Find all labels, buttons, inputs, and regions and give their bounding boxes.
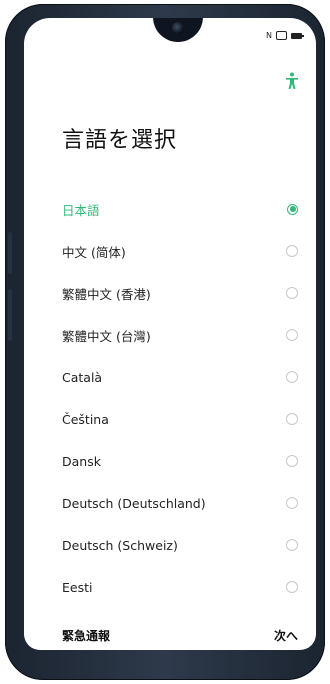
accessibility-icon[interactable]: [284, 72, 300, 90]
language-label: 繁體中文 (台灣): [62, 328, 151, 344]
language-list: 日本語中文 (简体) 繁體中文 (香港) 繁體中文 (台灣) Català Češtin…: [24, 188, 316, 608]
screen: N 言語を選択 日本語中文 (简体) 繁體中文 (香港) 繁體中文 (台灣) Cata…: [24, 18, 316, 650]
language-label: Eesti: [62, 579, 93, 595]
radio-empty-icon[interactable]: [286, 539, 298, 551]
language-option[interactable]: 日本語: [24, 188, 316, 230]
language-option[interactable]: Dansk: [24, 440, 316, 482]
radio-empty-icon[interactable]: [286, 245, 298, 257]
language-option[interactable]: Eesti: [24, 566, 316, 608]
footer-bar: 緊急通報 次へ: [24, 620, 316, 650]
language-label: 日本語: [62, 202, 100, 218]
volume-button: [8, 232, 12, 274]
language-label: Deutsch (Deutschland): [62, 495, 206, 511]
radio-empty-icon[interactable]: [286, 455, 298, 467]
radio-empty-icon[interactable]: [286, 287, 298, 299]
language-label: 繁體中文 (香港): [62, 286, 151, 302]
radio-empty-icon[interactable]: [286, 497, 298, 509]
power-button: [8, 289, 12, 341]
phone-frame: N 言語を選択 日本語中文 (简体) 繁體中文 (香港) 繁體中文 (台灣) Cata…: [5, 4, 325, 680]
emergency-call-button[interactable]: 緊急通報: [62, 627, 110, 644]
language-label: Deutsch (Schweiz): [62, 537, 178, 553]
language-option[interactable]: Čeština: [24, 398, 316, 440]
page-title: 言語を選択: [62, 128, 178, 153]
language-option[interactable]: Deutsch (Deutschland): [24, 482, 316, 524]
radio-empty-icon[interactable]: [286, 371, 298, 383]
language-label: 中文 (简体): [62, 244, 126, 260]
language-label: Dansk: [62, 453, 101, 469]
language-label: Català: [62, 369, 103, 385]
language-option[interactable]: 中文 (简体): [24, 230, 316, 272]
front-camera: [172, 22, 184, 34]
notch: [153, 18, 203, 42]
nfc-icon: N: [266, 31, 272, 40]
language-option[interactable]: 繁體中文 (台灣): [24, 314, 316, 356]
language-option[interactable]: Deutsch (Schweiz): [24, 524, 316, 566]
radio-empty-icon[interactable]: [286, 413, 298, 425]
radio-empty-icon[interactable]: [286, 329, 298, 341]
next-button[interactable]: 次へ: [274, 627, 298, 644]
radio-selected-icon[interactable]: [287, 203, 298, 215]
status-bar: N: [266, 31, 304, 40]
language-label: Čeština: [62, 411, 109, 427]
language-option[interactable]: Català: [24, 356, 316, 398]
language-option[interactable]: 繁體中文 (香港): [24, 272, 316, 314]
battery-charging-icon: [291, 32, 304, 39]
vibrate-icon: [276, 31, 287, 40]
radio-empty-icon[interactable]: [286, 581, 298, 593]
